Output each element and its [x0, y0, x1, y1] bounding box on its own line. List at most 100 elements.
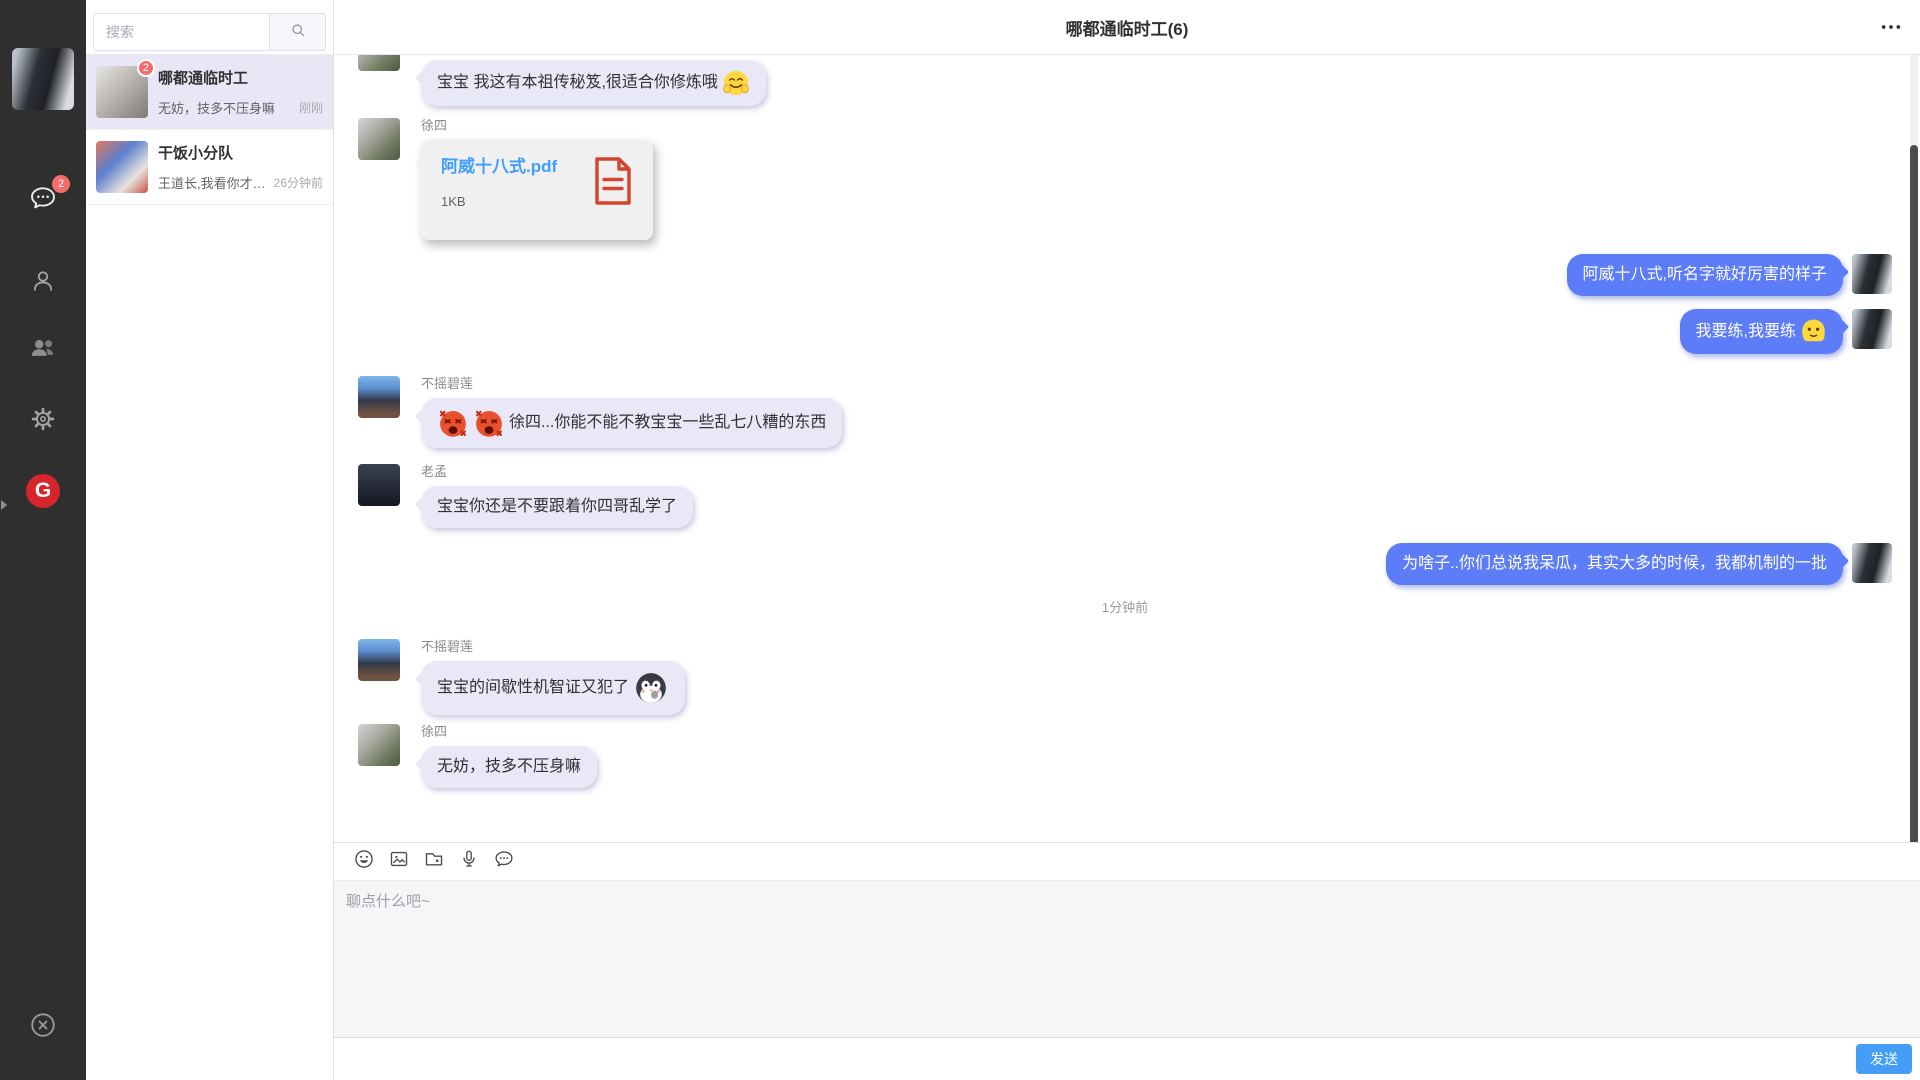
search-area — [86, 0, 333, 55]
message-avatar[interactable] — [1852, 309, 1892, 349]
message-text: 宝宝的间歇性机智证又犯了 — [437, 676, 629, 700]
conversation-avatar — [96, 141, 148, 193]
more-options-button[interactable] — [1878, 17, 1904, 37]
conversation-last-message: 王道长,我看你才… — [158, 173, 270, 192]
message-content: 不摇碧莲宝宝的间歇性机智证又犯了 — [421, 639, 685, 715]
sidebar-item-groups[interactable] — [25, 332, 61, 368]
sidebar-item-contacts[interactable] — [25, 265, 61, 301]
message-bubble[interactable]: 为啥子..你们总说我呆瓜，其实大多的时候，我都机制的一批 — [1386, 543, 1843, 585]
chat-list-panel: 2哪都通临时工无妨，技多不压身嘛刚刚干饭小分队王道长,我看你才…26分钟前 — [86, 0, 334, 1080]
image-button[interactable] — [387, 850, 411, 874]
message-row: 徐四无妨，技多不压身嘛 — [358, 724, 1892, 788]
sidebar: 2 G — [0, 0, 86, 1080]
message-input[interactable] — [334, 880, 1920, 1037]
message-text: 我要练,我要练 — [1696, 320, 1796, 344]
author-name: 徐四 — [421, 118, 447, 134]
composer-footer: 发送 — [334, 1037, 1920, 1080]
user-avatar[interactable] — [12, 48, 74, 110]
message-bubble[interactable]: 无妨，技多不压身嘛 — [421, 746, 597, 788]
message-bubble[interactable]: 我要练,我要练 — [1680, 309, 1843, 354]
message-avatar[interactable] — [358, 376, 400, 418]
message-avatar[interactable] — [358, 639, 400, 681]
search-icon — [289, 21, 307, 44]
message-text: 为啥子..你们总说我呆瓜，其实大多的时候，我都机制的一批 — [1402, 552, 1827, 576]
message-timestamp: 1分钟前 — [358, 599, 1892, 617]
message-row: 不摇碧莲 徐四...你能不能不教宝宝一些乱七八糟的东西 — [358, 376, 1892, 448]
message-content: 宝宝 我这有本祖传秘笈,很适合你修炼哦 — [421, 60, 766, 106]
message-row: 阿威十八式,听名字就好厉害的样子 — [358, 254, 1892, 296]
sidebar-item-settings[interactable] — [25, 403, 61, 439]
gear-icon — [29, 405, 57, 438]
folder-button[interactable] — [422, 850, 446, 874]
penguin-sticker-emoji — [633, 670, 669, 706]
logo-letter: G — [35, 479, 51, 503]
message-bubble[interactable]: 宝宝 我这有本祖传秘笈,很适合你修炼哦 — [421, 60, 766, 106]
message-content: 不摇碧莲 徐四...你能不能不教宝宝一些乱七八糟的东西 — [421, 376, 842, 448]
emoji-picker-button[interactable] — [352, 850, 376, 874]
group-icon — [28, 333, 58, 368]
message-list: 宝宝 我这有本祖传秘笈,很适合你修炼哦 徐四阿威十八式.pdf1KB阿威十八式,… — [334, 55, 1920, 842]
message-avatar[interactable] — [1852, 543, 1892, 583]
author-name: 不摇碧莲 — [421, 639, 473, 655]
message-content: 徐四阿威十八式.pdf1KB — [421, 118, 653, 240]
microphone-icon — [458, 848, 480, 875]
rage-face-emoji — [437, 407, 469, 439]
chat-header: 哪都通临时工(6) — [334, 0, 1920, 55]
ellipsis-icon — [1880, 18, 1902, 36]
close-circle-icon — [28, 1010, 58, 1045]
message-row: 宝宝 我这有本祖传秘笈,很适合你修炼哦 — [358, 60, 1892, 106]
search-group — [93, 13, 326, 51]
close-session-button[interactable] — [25, 1009, 61, 1045]
message-avatar[interactable] — [358, 724, 400, 766]
author-name: 徐四 — [421, 724, 447, 740]
message-bubble[interactable]: 阿威十八式,听名字就好厉害的样子 — [1567, 254, 1843, 296]
message-row: 徐四阿威十八式.pdf1KB — [358, 118, 1892, 240]
conversation-info: 哪都通临时工无妨，技多不压身嘛刚刚 — [158, 67, 323, 117]
conversation-info: 干饭小分队王道长,我看你才…26分钟前 — [158, 142, 323, 192]
message-bubble[interactable]: 宝宝的间歇性机智证又犯了 — [421, 661, 685, 715]
search-input[interactable] — [94, 14, 269, 50]
message-bubble[interactable]: 徐四...你能不能不教宝宝一些乱七八糟的东西 — [421, 398, 842, 448]
message-text: 阿威十八式,听名字就好厉害的样子 — [1583, 263, 1827, 287]
message-text: 徐四...你能不能不教宝宝一些乱七八糟的东西 — [509, 411, 826, 435]
composer-toolbar — [334, 842, 1920, 880]
hugging-face-emoji — [722, 69, 750, 97]
conversation-subtitle: 无妨，技多不压身嘛刚刚 — [158, 98, 323, 117]
message-avatar[interactable] — [358, 464, 400, 506]
app-window: 2 G — [0, 0, 1920, 1080]
conversation-row[interactable]: 干饭小分队王道长,我看你才…26分钟前 — [86, 130, 333, 205]
conversation-row[interactable]: 2哪都通临时工无妨，技多不压身嘛刚刚 — [86, 55, 333, 130]
melting-face-emoji — [1800, 318, 1827, 345]
conversation-title: 干饭小分队 — [158, 142, 323, 163]
message-avatar[interactable] — [358, 55, 400, 71]
scrollbar-thumb[interactable] — [1910, 145, 1918, 842]
message-content: 徐四无妨，技多不压身嘛 — [421, 724, 597, 788]
file-attachment-card[interactable]: 阿威十八式.pdf1KB — [421, 140, 653, 240]
rage-face-emoji — [473, 407, 505, 439]
conversation-last-message: 无妨，技多不压身嘛 — [158, 98, 295, 117]
conversation-time: 刚刚 — [299, 99, 323, 116]
conversation-avatar: 2 — [96, 66, 148, 118]
message-bubble[interactable]: 宝宝你还是不要跟着你四哥乱学了 — [421, 486, 693, 528]
message-content: 我要练,我要练 — [1680, 309, 1843, 354]
chat-history-icon — [493, 848, 515, 875]
chat-main: 哪都通临时工(6) 宝宝 我这有本祖传秘笈,很适合你修炼哦 徐四阿威十八式.pd… — [334, 0, 1920, 1080]
gitee-logo[interactable]: G — [26, 474, 60, 508]
sidebar-item-messages[interactable]: 2 — [25, 182, 61, 218]
collapse-arrow-icon[interactable] — [1, 500, 7, 510]
chat-history-button[interactable] — [492, 850, 516, 874]
message-avatar[interactable] — [1852, 254, 1892, 294]
message-avatar[interactable] — [358, 118, 400, 160]
message-content: 老孟宝宝你还是不要跟着你四哥乱学了 — [421, 464, 693, 528]
message-text: 无妨，技多不压身嘛 — [437, 755, 581, 779]
message-row: 老孟宝宝你还是不要跟着你四哥乱学了 — [358, 464, 1892, 528]
message-text: 宝宝 我这有本祖传秘笈,很适合你修炼哦 — [437, 71, 718, 95]
message-row: 我要练,我要练 — [358, 309, 1892, 354]
send-button[interactable]: 发送 — [1856, 1044, 1912, 1074]
microphone-button[interactable] — [457, 850, 481, 874]
message-row: 不摇碧莲宝宝的间歇性机智证又犯了 — [358, 639, 1892, 715]
messages-badge: 2 — [52, 175, 70, 193]
search-button[interactable] — [269, 14, 325, 50]
folder-icon — [423, 848, 445, 875]
file-size: 1KB — [441, 194, 557, 209]
